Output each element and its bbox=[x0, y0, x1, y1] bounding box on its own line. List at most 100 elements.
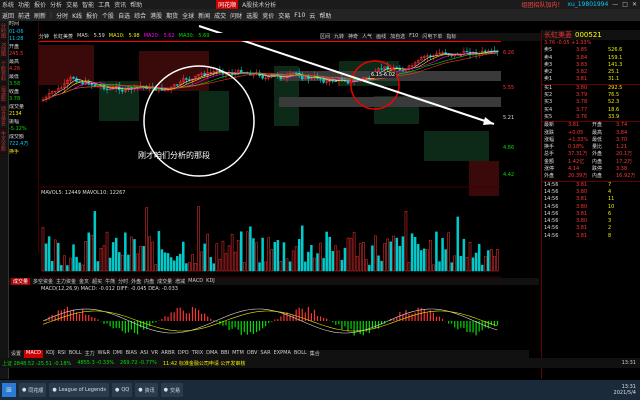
tab-boll2[interactable]: BOLL bbox=[294, 350, 307, 358]
stat-row[interactable]: 涨停 4.14 跌停 3.38 bbox=[542, 166, 640, 173]
ind-tab[interactable]: 牛熊 bbox=[105, 278, 115, 285]
tick-row[interactable]: 14:56 3.80 3 bbox=[542, 218, 640, 225]
stat-row[interactable]: 换手 0.18% 量比 1.21 bbox=[542, 144, 640, 151]
close-icon[interactable]: ✕ bbox=[632, 1, 640, 8]
toolbar-screener[interactable]: 选股 bbox=[246, 11, 258, 20]
news-ticker[interactable]: 11:42 标准金融公司申请 公开发审核 bbox=[163, 360, 246, 367]
toolbar-news[interactable]: 新闻 bbox=[198, 11, 210, 20]
toolbar-ask[interactable]: 问财 bbox=[230, 11, 242, 20]
toolbar-quote[interactable]: 报价 bbox=[86, 11, 98, 20]
toolbar-trade[interactable]: 交易 bbox=[278, 11, 290, 20]
tab-vr[interactable]: VR bbox=[151, 350, 158, 358]
user-name[interactable]: xu_19801994 bbox=[567, 1, 608, 8]
tab-dmi[interactable]: DMI bbox=[113, 350, 123, 358]
ind-tab[interactable]: 外盘 bbox=[131, 278, 141, 285]
index-sz[interactable]: 4855.3 -0.33% bbox=[77, 360, 114, 366]
tab-kdj[interactable]: KDJ bbox=[46, 350, 55, 358]
toolbar-watchlist[interactable]: 自选 bbox=[118, 11, 130, 20]
tick-row[interactable]: 14:56 3.81 6 bbox=[542, 211, 640, 218]
ask-row[interactable]: 卖2 3.82 25.1 bbox=[542, 69, 640, 76]
tick-row[interactable]: 14:56 3.81 11 bbox=[542, 196, 640, 203]
toolbar-back[interactable]: 返回 bbox=[2, 11, 14, 20]
tick-row[interactable]: 14:56 3.80 10 bbox=[542, 204, 640, 211]
tab-auction[interactable]: 集合 bbox=[310, 350, 320, 358]
tab-asi[interactable]: ASI bbox=[140, 350, 148, 358]
ask-row[interactable]: 卖4 3.84 159.1 bbox=[542, 55, 640, 62]
kline-chart-area[interactable] bbox=[39, 21, 501, 379]
toolbar-forward[interactable]: 前进 bbox=[18, 11, 30, 20]
nav-watchlist[interactable]: 自选股 bbox=[0, 84, 7, 105]
toolbar-cloud[interactable]: 云 bbox=[309, 11, 315, 20]
tick-row[interactable]: 14:56 3.81 2 bbox=[542, 225, 640, 232]
menu-system[interactable]: 系统 bbox=[2, 0, 14, 9]
tab-obv[interactable]: OBV bbox=[247, 350, 258, 358]
ask-row[interactable]: 卖5 3.85 526.6 bbox=[542, 47, 640, 54]
nav-kline[interactable]: K线图 bbox=[0, 41, 7, 60]
bid-row[interactable]: 买4 3.77 18.6 bbox=[542, 107, 640, 114]
menu-news[interactable]: 资讯 bbox=[114, 0, 126, 9]
tab-dpo[interactable]: DPO bbox=[178, 350, 189, 358]
ind-tab[interactable]: 多空资金 bbox=[33, 278, 53, 285]
nav-ranking[interactable]: 综合排名 bbox=[0, 104, 7, 130]
toolbar-futures[interactable]: 期货 bbox=[166, 11, 178, 20]
ind-tab[interactable]: 成交量 bbox=[157, 278, 172, 285]
ask-row[interactable]: 卖1 3.81 31.1 bbox=[542, 76, 640, 83]
promo-link[interactable]: 组团招队加内！ bbox=[521, 0, 563, 9]
stat-row[interactable]: 最新 3.81 开盘 3.74 bbox=[542, 122, 640, 129]
bid-row[interactable]: 买3 3.78 52.3 bbox=[542, 99, 640, 106]
tab-main[interactable]: 主力 bbox=[85, 350, 95, 358]
toolbar-deals[interactable]: 成交 bbox=[214, 11, 226, 20]
tab-sar[interactable]: SAR bbox=[260, 350, 270, 358]
toolbar-auction[interactable]: 竞价 bbox=[262, 11, 274, 20]
nav-profile[interactable]: 个股资料 bbox=[0, 59, 7, 85]
taskbar-clock[interactable]: 13:31 2021/5/4 bbox=[614, 384, 640, 396]
bid-row[interactable]: 买2 3.79 76.5 bbox=[542, 92, 640, 99]
toolbar-timeshare[interactable]: 分时 bbox=[56, 11, 68, 20]
nav-diagnosis[interactable]: 牛叉诊股 bbox=[0, 129, 7, 155]
bid-row[interactable]: 买1 3.80 292.5 bbox=[542, 85, 640, 92]
tool-range[interactable]: 区间 bbox=[320, 33, 330, 41]
tab-arbr[interactable]: ARBR bbox=[161, 350, 175, 358]
stat-row[interactable]: 涨幅 +1.33% 最低 3.70 bbox=[542, 137, 640, 144]
taskbar-app[interactable]: ● 同花顺 bbox=[19, 383, 47, 397]
index-sh[interactable]: 上证 2848.52 -25.51 -0.18% bbox=[2, 360, 71, 367]
menu-help[interactable]: 帮助 bbox=[130, 0, 142, 9]
taskbar-app[interactable]: ● 交易 bbox=[160, 383, 184, 397]
tick-row[interactable]: 14:56 3.80 4 bbox=[542, 189, 640, 196]
maximize-icon[interactable]: □ bbox=[622, 1, 628, 8]
ind-tab[interactable]: MACD bbox=[188, 278, 203, 285]
windows-start-icon[interactable]: ⊞ bbox=[2, 383, 16, 397]
tool-magic[interactable]: 神奇 bbox=[348, 33, 358, 41]
tab-bias[interactable]: BIAS bbox=[126, 350, 138, 358]
tab-rsi[interactable]: RSI bbox=[58, 350, 66, 358]
tab-wr[interactable]: W&R bbox=[98, 350, 110, 358]
bid-row[interactable]: 买5 3.76 33.9 bbox=[542, 114, 640, 121]
taskbar-app[interactable]: ● League of Legends bbox=[49, 383, 109, 397]
tick-row[interactable]: 14:56 3.81 7 bbox=[542, 182, 640, 189]
tool-add-watch[interactable]: 加自选 bbox=[390, 33, 405, 41]
stat-row[interactable]: 总手 37.31万 外盘 20.1万 bbox=[542, 151, 640, 158]
toolbar-help[interactable]: 帮助 bbox=[319, 11, 331, 20]
menu-quote[interactable]: 报价 bbox=[34, 0, 46, 9]
tab-mtm[interactable]: MTM bbox=[232, 350, 244, 358]
menu-tools[interactable]: 工具 bbox=[98, 0, 110, 9]
toolbar-hk[interactable]: 港股 bbox=[150, 11, 162, 20]
menu-smart[interactable]: 智能 bbox=[82, 0, 94, 9]
toolbar-composite[interactable]: 综合 bbox=[134, 11, 146, 20]
period-label[interactable]: 分钟 bbox=[39, 33, 49, 41]
tab-trix[interactable]: TRIX bbox=[192, 350, 203, 358]
ind-tab[interactable]: 内盘 bbox=[144, 278, 154, 285]
ind-tab[interactable]: 主力资金 bbox=[56, 278, 76, 285]
tab-dma[interactable]: DMA bbox=[206, 350, 218, 358]
toolbar-refresh[interactable]: 刷新 bbox=[34, 11, 46, 20]
ind-tab[interactable]: 成交量 bbox=[11, 278, 31, 285]
stat-row[interactable]: 金额 1.42亿 内盘 17.2万 bbox=[542, 159, 640, 166]
tab-bbi[interactable]: BBI bbox=[221, 350, 229, 358]
tick-row[interactable]: 14:56 3.81 8 bbox=[542, 233, 640, 240]
toolbar-global[interactable]: 全球 bbox=[182, 11, 194, 20]
tool-draw[interactable]: 画线 bbox=[376, 33, 386, 41]
menu-analysis[interactable]: 分析 bbox=[50, 0, 62, 9]
ask-row[interactable]: 卖3 3.83 141.3 bbox=[542, 62, 640, 69]
ind-tab[interactable]: 增减 bbox=[175, 278, 185, 285]
tool-quick-order[interactable]: 闪电下单 bbox=[422, 33, 442, 41]
